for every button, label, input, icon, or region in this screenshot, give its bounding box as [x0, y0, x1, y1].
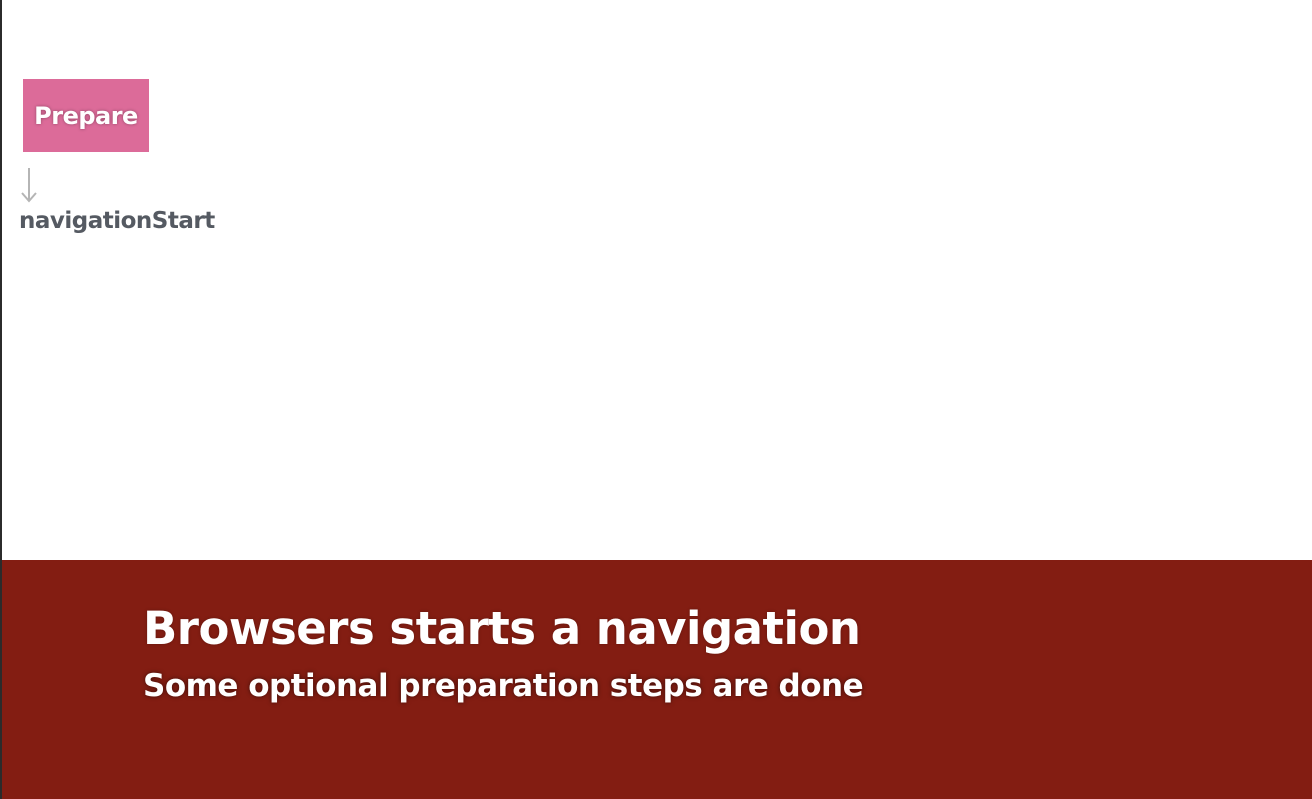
caption-band: Browsers starts a navigation Some option… [2, 560, 1312, 799]
navigation-start-label: navigationStart [19, 208, 215, 234]
prepare-step-label: Prepare [34, 101, 138, 130]
prepare-step-box: Prepare [23, 79, 149, 152]
caption-title: Browsers starts a navigation [143, 602, 861, 655]
diagram-area: Prepare navigationStart [2, 0, 1312, 560]
caption-subtitle: Some optional preparation steps are done [143, 668, 864, 704]
arrow-down-icon [21, 168, 37, 203]
